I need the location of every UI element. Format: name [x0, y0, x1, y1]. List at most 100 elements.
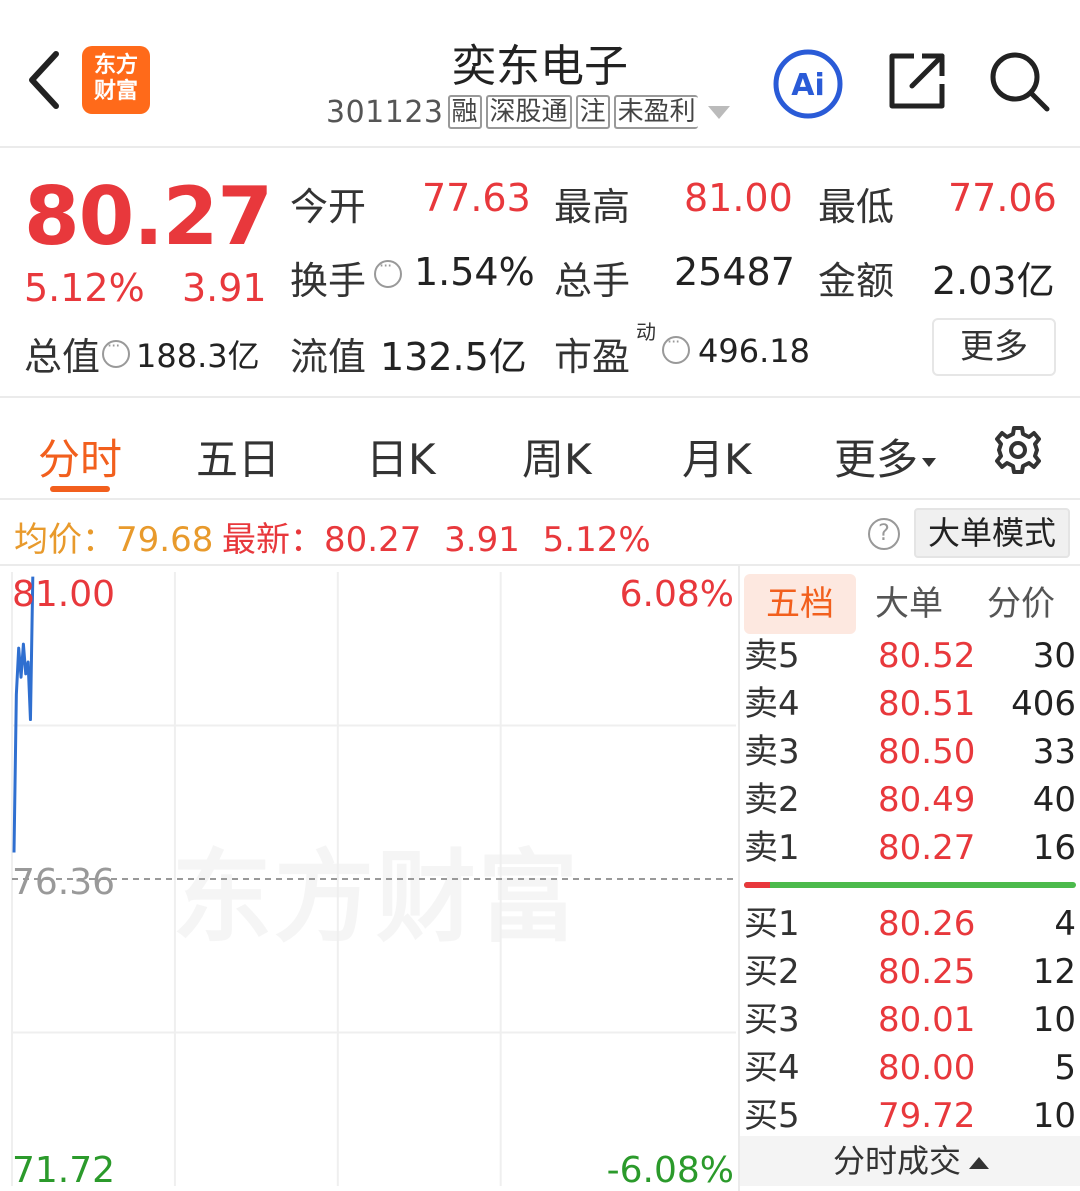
help-icon[interactable]: ?	[868, 518, 900, 550]
high-value: 81.00	[684, 176, 793, 220]
total-value: 188.3亿	[136, 336, 260, 375]
sell-level-label: 卖5	[744, 636, 800, 676]
info-icon[interactable]	[102, 336, 131, 368]
avg-price-label: 均价：	[14, 520, 116, 560]
stock-name: 奕东电子	[452, 41, 628, 92]
float-value: 132.5亿	[380, 335, 527, 379]
gear-icon[interactable]	[992, 424, 1044, 476]
y-axis-mid-label: 76.36	[12, 862, 116, 903]
total-value-label: 总值	[24, 335, 101, 379]
tab-weekly-k[interactable]: 周K	[522, 426, 592, 487]
amount-value: 2.03亿	[932, 259, 1055, 303]
sell-price: 80.51	[878, 684, 976, 724]
change-amount: 3.91	[182, 266, 267, 310]
buy-qty: 10	[1032, 1000, 1076, 1040]
bid-ask-ratio-bar	[744, 882, 1076, 888]
pct-axis-top-label: 6.08%	[619, 574, 734, 615]
buy-level-label: 买5	[744, 1096, 800, 1136]
tab-monthly-k[interactable]: 月K	[682, 426, 752, 487]
turnover-label: 换手	[290, 259, 367, 303]
svg-text:Ai: Ai	[791, 68, 825, 103]
sell-qty: 33	[1032, 732, 1076, 772]
sell-qty: 40	[1032, 780, 1076, 820]
open-value: 77.63	[422, 176, 531, 220]
low-value: 77.06	[948, 176, 1057, 220]
latest-label: 最新：	[222, 520, 324, 560]
search-icon[interactable]	[986, 48, 1052, 114]
high-label: 最高	[554, 185, 631, 229]
sell-row: 卖1 80.27 16	[740, 824, 1080, 872]
tab-more[interactable]: 更多	[834, 426, 937, 487]
active-tab-indicator	[50, 486, 110, 492]
open-label: 今开	[290, 185, 367, 229]
sell-price: 80.52	[878, 636, 976, 676]
buy-price: 79.72	[878, 1096, 976, 1136]
share-icon[interactable]	[884, 48, 950, 114]
info-icon[interactable]	[662, 332, 690, 364]
caret-down-icon	[922, 458, 937, 467]
buy-qty: 12	[1032, 952, 1076, 992]
caret-up-icon	[969, 1157, 989, 1169]
buy-row: 买2 80.25 12	[740, 948, 1080, 996]
intraday-chart[interactable]: 东方财富 81.00 76.36 71.72 6.08% -6.08%	[0, 566, 738, 1191]
tag-unprofitable: 未盈利	[613, 95, 698, 129]
intraday-deals-button[interactable]: 分时成交	[740, 1136, 1080, 1186]
buy-price: 80.01	[878, 1000, 976, 1040]
header: 东方 财富 奕东电子 301123 融 深股通 注 未盈利 Ai	[0, 0, 1080, 148]
tab-daily-k[interactable]: 日K	[366, 426, 436, 487]
buy-price: 80.00	[878, 1048, 976, 1088]
pe-label: 市盈	[554, 335, 631, 379]
sell-level-label: 卖1	[744, 828, 800, 868]
tab-five-levels[interactable]: 五档	[744, 574, 856, 634]
tab-big-orders[interactable]: 大单	[866, 574, 952, 634]
pct-axis-bottom-label: -6.08%	[606, 1150, 734, 1191]
chart-tabs: 分时 五日 日K 周K 月K 更多	[0, 400, 1080, 498]
tag-connect: 深股通	[485, 95, 572, 129]
back-icon[interactable]	[22, 48, 70, 112]
sell-qty: 406	[1011, 684, 1076, 724]
pe-dynamic-sup: 动	[636, 320, 656, 344]
tab-intraday[interactable]: 分时	[38, 426, 122, 487]
big-order-mode-button[interactable]: 大单模式	[914, 508, 1070, 558]
app-logo: 东方 财富	[82, 46, 150, 114]
latest-change-percent: 5.12%	[542, 520, 651, 560]
last-price: 80.27	[24, 170, 273, 263]
buy-level-label: 买4	[744, 1048, 800, 1088]
chevron-down-icon[interactable]	[707, 105, 730, 119]
change-percent: 5.12%	[24, 266, 145, 310]
stock-subline[interactable]: 301123 融 深股通 注 未盈利	[326, 92, 756, 132]
latest-value: 80.27	[324, 520, 422, 560]
buy-row: 买1 80.26 4	[740, 900, 1080, 948]
ai-icon[interactable]: Ai	[772, 48, 844, 120]
sell-price: 80.49	[878, 780, 976, 820]
buy-row: 买3 80.01 10	[740, 996, 1080, 1044]
sell-row: 卖2 80.49 40	[740, 776, 1080, 824]
sell-level-label: 卖4	[744, 684, 800, 724]
avg-price-value: 79.68	[116, 520, 214, 560]
tab-price-distribution[interactable]: 分价	[978, 574, 1064, 634]
volume-value: 25487	[674, 250, 795, 294]
sell-price: 80.27	[878, 828, 976, 868]
ask-ratio-segment	[744, 882, 770, 888]
amount-label: 金额	[818, 259, 895, 303]
order-book: 五档 大单 分价 卖5 80.52 30 卖4 80.51 406 卖3 80.…	[738, 566, 1080, 1191]
y-axis-bottom-label: 71.72	[12, 1150, 116, 1191]
sell-row: 卖3 80.50 33	[740, 728, 1080, 776]
buy-qty: 4	[1054, 904, 1076, 944]
sell-level-label: 卖3	[744, 732, 800, 772]
buy-level-label: 买3	[744, 1000, 800, 1040]
deals-label: 分时成交	[832, 1142, 961, 1180]
latest-price: 最新：80.27 3.91 5.12%	[222, 512, 651, 561]
pe-value: 496.18	[698, 332, 810, 370]
tag-registration: 注	[575, 95, 610, 129]
info-icon[interactable]	[374, 256, 402, 288]
latest-change: 3.91	[444, 520, 520, 560]
buy-price: 80.25	[878, 952, 976, 992]
low-label: 最低	[818, 185, 895, 229]
buy-price: 80.26	[878, 904, 976, 944]
price-line	[12, 576, 35, 853]
tab-five-day[interactable]: 五日	[196, 426, 280, 487]
more-button[interactable]: 更多	[932, 318, 1056, 376]
sell-qty: 30	[1032, 636, 1076, 676]
buy-level-label: 买1	[744, 904, 800, 944]
